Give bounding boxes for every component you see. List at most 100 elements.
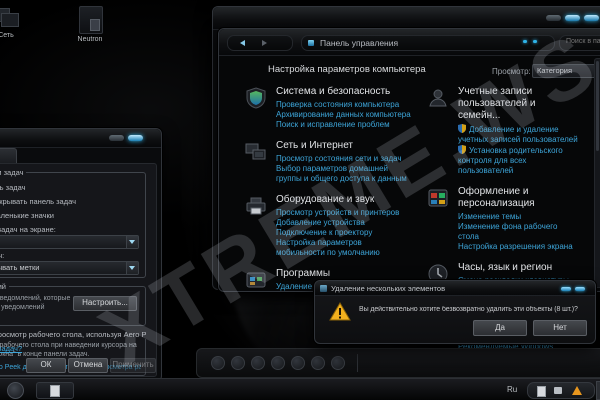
taskbar-app-button[interactable] [36, 382, 74, 399]
close-icon[interactable] [575, 287, 585, 291]
dock-icon[interactable] [311, 356, 325, 370]
dock-icon[interactable] [251, 356, 265, 370]
category-link[interactable]: Изменение темы [458, 212, 578, 222]
category-link[interactable]: Поиск и исправление проблем [276, 120, 411, 130]
category-column-right: Учетные записи пользователей и семейн...… [426, 86, 578, 392]
category-title[interactable]: Оформление и персонализация [458, 186, 578, 210]
category-title[interactable]: Учетные записи пользователей и семейн... [458, 86, 578, 122]
category-left-1: Сеть и Интернет Просмотр состояния сети и… [244, 140, 412, 184]
system-tray [527, 382, 595, 399]
category-link[interactable]: Выбор параметров домашней группы и общег… [276, 164, 412, 184]
category-link[interactable]: Подключение к проектору [276, 228, 412, 238]
personalization-icon[interactable] [426, 186, 450, 210]
category-title[interactable]: Оборудование и звук [276, 194, 412, 206]
neutron-desktop-icon[interactable] [79, 6, 103, 34]
view-label: Просмотр: [492, 67, 531, 76]
apply-button[interactable]: Применить [110, 358, 156, 373]
printer-icon[interactable] [244, 194, 268, 218]
category-right-0: Учетные записи пользователей и семейн...… [426, 86, 578, 176]
checkbox-row: Использовать маленькие значки [0, 209, 139, 221]
category-link[interactable]: Архивирование данных компьютера [276, 110, 411, 120]
category-title[interactable]: Система и безопасность [276, 86, 411, 98]
category-right-1: Оформление и персонализация Изменение тем… [426, 186, 578, 252]
warning-icon [329, 302, 351, 321]
category-body: Сеть и Интернет Просмотр состояния сети и… [276, 140, 412, 184]
desktop-icon-label[interactable]: Сеть [0, 32, 26, 39]
show-desktop-button[interactable] [596, 381, 600, 400]
network-desktop-icon[interactable] [0, 8, 18, 28]
desktop-icon-label[interactable]: Neutron [64, 36, 116, 43]
tray-flag-icon[interactable] [554, 387, 562, 394]
address-bar[interactable]: Панель управления [301, 35, 555, 51]
scrollbar-thumb[interactable] [596, 61, 599, 151]
start-button[interactable] [7, 382, 24, 399]
yes-button[interactable]: Да [473, 320, 527, 336]
category-title[interactable]: Сеть и Интернет [276, 140, 412, 152]
checkbox-label: Использовать маленькие значки [0, 211, 54, 220]
help-link[interactable]: Как настроить панель задач? [0, 344, 22, 353]
checkbox-list: Закрепить панель задач Автоматически скры… [0, 181, 139, 221]
category-link[interactable]: Установка родительского контроля для все… [458, 145, 578, 176]
view-value: Категория [537, 66, 572, 75]
dialog-title: Удаление нескольких элементов [331, 284, 445, 293]
ok-button[interactable]: ОК [26, 358, 66, 373]
dock-icon[interactable] [231, 356, 245, 370]
dock-icon[interactable] [331, 356, 345, 370]
dock-icon-row [211, 356, 345, 370]
scrollbar[interactable] [594, 58, 600, 288]
minimize-icon[interactable] [109, 135, 124, 141]
category-link[interactable]: Добавление устройства [276, 218, 412, 228]
appearance-group: Оформление панели задач Закрепить панель… [0, 172, 146, 278]
network-icon[interactable] [244, 140, 268, 164]
language-indicator[interactable]: Ru [507, 385, 517, 394]
dock-icon[interactable] [271, 356, 285, 370]
minimize-icon[interactable] [546, 15, 561, 21]
desktop: Сеть Neutron Панель управления [0, 0, 600, 400]
window-controls [546, 15, 599, 21]
programs-icon[interactable] [244, 268, 268, 292]
buttons-dropdown[interactable]: Группировать, скрывать метки [0, 261, 139, 275]
shield-icon[interactable] [244, 86, 268, 110]
customize-button[interactable]: Настроить... [73, 296, 137, 311]
dock-icon[interactable] [291, 356, 305, 370]
tray-warning-icon[interactable] [572, 386, 582, 395]
category-link[interactable]: Проверка состояния компьютера [276, 100, 411, 110]
category-link[interactable]: Настройка параметров мобильности по умол… [276, 238, 412, 258]
position-dropdown[interactable]: Снизу [0, 235, 139, 249]
category-link[interactable]: Изменение фона рабочего стола [458, 222, 578, 242]
tray-document-icon[interactable] [537, 386, 546, 397]
category-title[interactable]: Часы, язык и регион [458, 262, 578, 274]
taskbar-properties-window: Панель задач Оформление панели задач Зак… [0, 128, 162, 382]
group-label: Предварительный просмотр рабочего стола,… [0, 330, 146, 339]
search-input[interactable] [564, 37, 600, 46]
close-icon[interactable] [128, 135, 143, 141]
category-title[interactable]: Программы [276, 268, 356, 280]
minimize-icon[interactable] [561, 287, 571, 291]
checkbox-row: Закрепить панель задач [0, 181, 139, 193]
category-link[interactable]: Добавление и удаление учетных записей по… [458, 124, 578, 145]
dropdown-arrow-segment [126, 236, 138, 248]
window-controls [109, 135, 143, 141]
control-panel-client: Настройка параметров компьютера Просмотр… [220, 56, 600, 290]
search-box [559, 35, 600, 51]
checkbox-label: Автоматически скрывать панель задач [0, 197, 76, 206]
dock-icon[interactable] [211, 356, 225, 370]
category-body: Оформление и персонализация Изменение тем… [458, 186, 578, 252]
uac-shield-icon [458, 124, 466, 133]
back-icon[interactable] [240, 40, 245, 46]
notification-group: Область уведомлений Настройка значков и … [0, 286, 146, 326]
users-icon[interactable] [426, 86, 450, 110]
tab-taskbar[interactable]: Панель задач [0, 148, 17, 164]
category-body: Оборудование и звук Просмотр устройств и … [276, 194, 412, 258]
close-icon[interactable] [584, 15, 599, 21]
breadcrumb[interactable]: Панель управления [320, 38, 398, 48]
view-dropdown[interactable]: Категория [532, 64, 600, 78]
no-button[interactable]: Нет [533, 320, 587, 336]
forward-icon[interactable] [262, 40, 267, 46]
category-link[interactable]: Просмотр состояния сети и задач [276, 154, 412, 164]
category-link[interactable]: Настройка разрешения экрана [458, 242, 578, 252]
maximize-icon[interactable] [565, 15, 580, 21]
buttons-value: Группировать, скрывать метки [0, 263, 39, 272]
cancel-button[interactable]: Отмена [68, 358, 108, 373]
category-link[interactable]: Просмотр устройств и принтеров [276, 208, 412, 218]
